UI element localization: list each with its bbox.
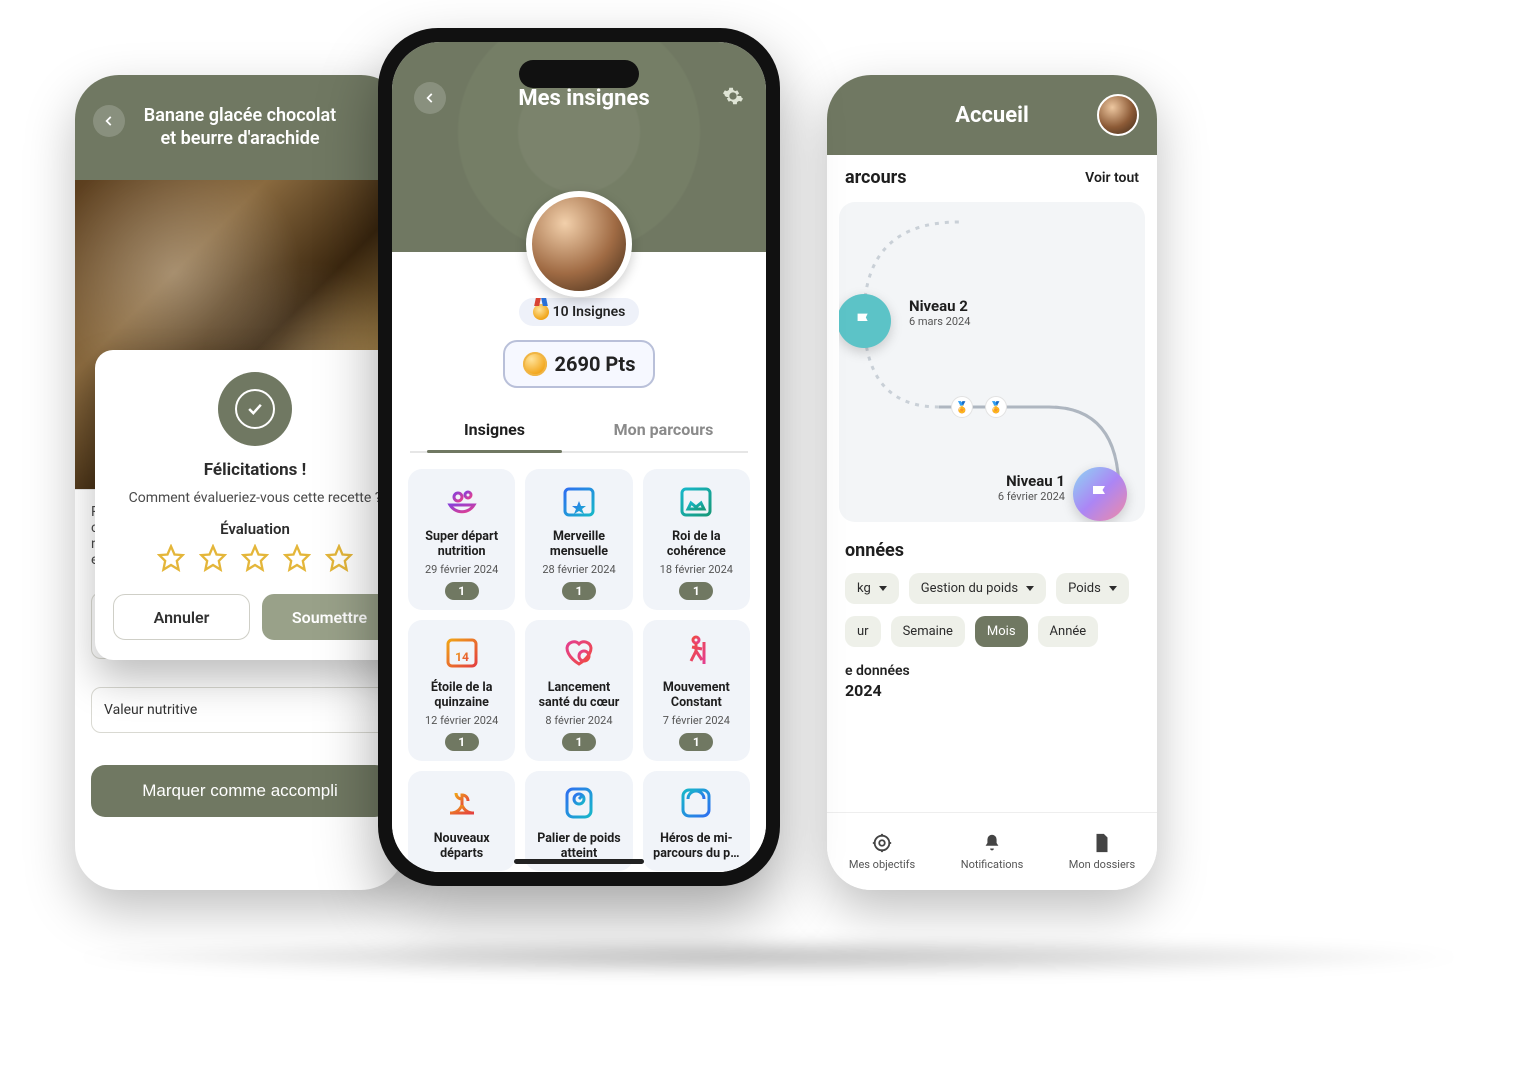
weigh-badge-icon [674,781,718,825]
home-indicator [514,859,644,864]
target-icon [871,832,893,854]
tab-badges[interactable]: Insignes [410,410,579,451]
filter-chip[interactable]: ur [845,616,881,647]
submit-button[interactable]: Soumettre [262,594,397,640]
back-button[interactable] [93,105,125,137]
cal14-badge-icon: 14 [440,630,484,674]
filter-chip[interactable]: Poids [1056,573,1129,604]
tab-dossiers[interactable]: Mon dossiers [1047,813,1157,890]
evaluation-label: Évaluation [113,520,397,538]
badge-date: 28 février 2024 [542,563,615,576]
rating-modal: Félicitations ! Comment évalueriez-vous … [95,350,405,660]
journey-mini-badge-2: 🏅 [985,396,1007,418]
star-1[interactable] [157,544,185,576]
badge-count: 1 [679,582,713,600]
filter-chip[interactable]: Semaine [891,616,965,647]
star-5[interactable] [325,544,353,576]
badge-date: 18 février 2024 [660,563,733,576]
badge-card[interactable]: Mouvement Constant 7 février 2024 1 [643,620,750,761]
level-1-date: 6 février 2024 [998,490,1065,503]
badge-date: 12 février 2024 [425,714,498,727]
profile-avatar[interactable] [1097,94,1139,136]
badge-card[interactable]: Palier de poids atteint [525,771,632,871]
bottom-tab-bar: Mes objectifs Notifications Mon dossiers [827,812,1157,890]
tab-notifications[interactable]: Notifications [937,813,1047,890]
mark-done-button[interactable]: Marquer comme accompli [91,765,389,817]
tab-journey[interactable]: Mon parcours [579,410,748,451]
badge-count: 1 [562,582,596,600]
badge-date: 7 février 2024 [663,714,730,727]
badge-card[interactable]: Merveille mensuelle 28 février 2024 1 [525,469,632,610]
badge-name: Palier de poids atteint [531,831,626,861]
badge-name: Héros de mi-parcours du p… [649,831,744,861]
tab-objectives[interactable]: Mes objectifs [827,813,937,890]
cancel-button[interactable]: Annuler [113,594,250,640]
badge-name: Étoile de la quinzaine [414,680,509,710]
scale-badge-icon [557,781,601,825]
coin-icon [523,352,547,376]
settings-button[interactable] [722,85,744,111]
badge-card[interactable]: 14 Étoile de la quinzaine 12 février 2024 1 [408,620,515,761]
star-3[interactable] [241,544,269,576]
back-button[interactable] [414,82,446,114]
file-icon [1091,832,1113,854]
journey-section-title: arcours [845,167,907,188]
badge-date: 29 février 2024 [425,563,498,576]
points-chip: 2690 Pts [503,340,656,388]
bowl-badge-icon [440,479,484,523]
journey-map[interactable]: Niveau 2 6 mars 2024 🏅 🏅 Niveau 1 6 févr… [839,202,1145,522]
crown-badge-icon [674,479,718,523]
badge-date: 8 février 2024 [545,714,612,727]
heart-badge-icon [557,630,601,674]
filter-chip[interactable]: Gestion du poids [909,573,1046,604]
hiker-badge-icon [674,630,718,674]
badge-card[interactable]: Nouveaux départs [408,771,515,871]
filter-chip[interactable]: kg [845,573,899,604]
recipe-title: Banane glacée chocolat et beurre d'arach… [137,105,343,150]
calendar-badge-icon [557,479,601,523]
data-meta-date: 2024 [827,679,1157,700]
badge-name: Mouvement Constant [649,680,744,710]
filter-chip[interactable]: Année [1038,616,1099,647]
level-2-flag-icon[interactable] [839,294,891,348]
device-notch [519,60,639,88]
badge-name: Roi de la cohérence [649,529,744,559]
modal-question: Comment évalueriez-vous cette recette ? [113,490,397,506]
level-2-date: 6 mars 2024 [909,315,970,328]
svg-text:14: 14 [455,650,469,664]
data-section-title: onnées [827,522,1157,567]
badge-name: Nouveaux départs [414,831,509,861]
sprout-badge-icon [440,781,484,825]
profile-avatar[interactable] [526,191,632,297]
badges-title: Mes insignes [518,86,649,111]
bell-icon [981,832,1003,854]
see-all-link[interactable]: Voir tout [1085,170,1139,186]
star-4[interactable] [283,544,311,576]
nutrition-section[interactable]: Valeur nutritive [91,687,389,733]
journey-mini-badge-1: 🏅 [951,396,973,418]
badge-count: 1 [562,733,596,751]
star-2[interactable] [199,544,227,576]
gear-icon [722,85,744,107]
badge-count: 1 [679,733,713,751]
badge-count: 1 [445,582,479,600]
modal-title: Félicitations ! [113,460,397,480]
badge-name: Super départ nutrition [414,529,509,559]
filter-chip[interactable]: Mois [975,616,1028,647]
badge-count-chip: 10 Insignes [519,298,640,326]
level-1-flag-icon[interactable] [1073,467,1127,521]
badge-card[interactable]: Roi de la cohérence 18 février 2024 1 [643,469,750,610]
home-title: Accueil [887,103,1097,128]
level-2-name: Niveau 2 [909,297,970,315]
badge-name: Lancement santé du cœur [531,680,626,710]
success-check-icon [218,372,292,446]
level-1-name: Niveau 1 [998,472,1065,490]
badge-card[interactable]: Héros de mi-parcours du p… [643,771,750,871]
badge-card[interactable]: Super départ nutrition 29 février 2024 1 [408,469,515,610]
badge-name: Merveille mensuelle [531,529,626,559]
medal-icon [533,304,549,320]
data-meta-line: e données [827,653,1157,679]
badge-count: 1 [445,733,479,751]
badge-card[interactable]: Lancement santé du cœur 8 février 2024 1 [525,620,632,761]
